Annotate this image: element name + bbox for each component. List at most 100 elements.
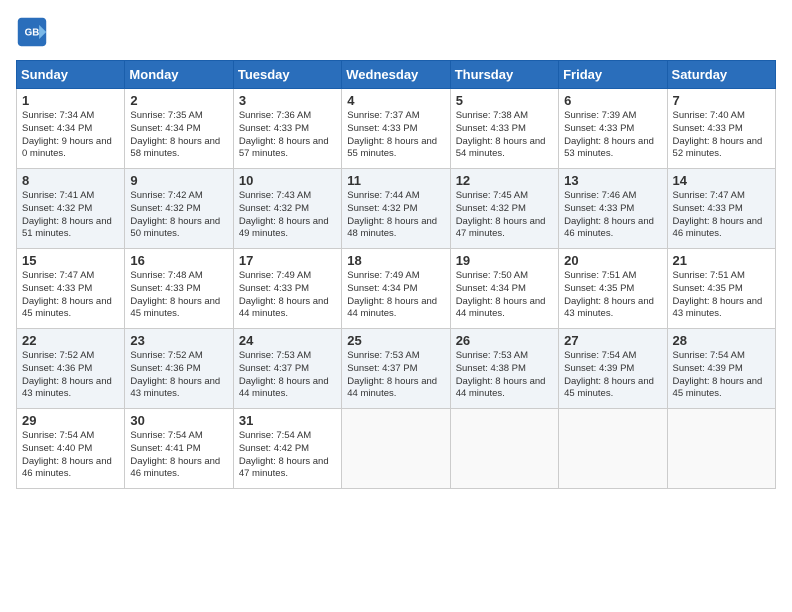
- calendar-cell: 24 Sunrise: 7:53 AM Sunset: 4:37 PM Dayli…: [233, 329, 341, 409]
- day-number: 11: [347, 173, 444, 188]
- day-number: 12: [456, 173, 553, 188]
- logo-icon: GB: [16, 16, 48, 48]
- cell-sun-info: Sunrise: 7:47 AM Sunset: 4:33 PM Dayligh…: [22, 270, 119, 321]
- day-number: 26: [456, 333, 553, 348]
- calendar-cell: 23 Sunrise: 7:52 AM Sunset: 4:36 PM Dayli…: [125, 329, 233, 409]
- cell-sun-info: Sunrise: 7:53 AM Sunset: 4:37 PM Dayligh…: [347, 350, 444, 401]
- day-number: 5: [456, 93, 553, 108]
- day-number: 15: [22, 253, 119, 268]
- cell-sun-info: Sunrise: 7:46 AM Sunset: 4:33 PM Dayligh…: [564, 190, 661, 241]
- calendar-cell: [342, 409, 450, 489]
- calendar-cell: 15 Sunrise: 7:47 AM Sunset: 4:33 PM Dayli…: [17, 249, 125, 329]
- weekday-header-cell: Saturday: [667, 61, 775, 89]
- calendar-cell: 18 Sunrise: 7:49 AM Sunset: 4:34 PM Dayli…: [342, 249, 450, 329]
- cell-sun-info: Sunrise: 7:48 AM Sunset: 4:33 PM Dayligh…: [130, 270, 227, 321]
- calendar-body: 1Sunrise: 7:34 AM Sunset: 4:34 PM Daylig…: [17, 89, 776, 489]
- day-number: 10: [239, 173, 336, 188]
- cell-sun-info: Sunrise: 7:38 AM Sunset: 4:33 PM Dayligh…: [456, 110, 553, 161]
- cell-sun-info: Sunrise: 7:51 AM Sunset: 4:35 PM Dayligh…: [564, 270, 661, 321]
- calendar-cell: 3Sunrise: 7:36 AM Sunset: 4:33 PM Daylig…: [233, 89, 341, 169]
- cell-sun-info: Sunrise: 7:35 AM Sunset: 4:34 PM Dayligh…: [130, 110, 227, 161]
- cell-sun-info: Sunrise: 7:53 AM Sunset: 4:37 PM Dayligh…: [239, 350, 336, 401]
- day-number: 19: [456, 253, 553, 268]
- calendar-cell: 22 Sunrise: 7:52 AM Sunset: 4:36 PM Dayli…: [17, 329, 125, 409]
- day-number: 20: [564, 253, 661, 268]
- calendar-cell: 6 Sunrise: 7:39 AM Sunset: 4:33 PM Daylig…: [559, 89, 667, 169]
- day-number: 13: [564, 173, 661, 188]
- cell-sun-info: Sunrise: 7:39 AM Sunset: 4:33 PM Dayligh…: [564, 110, 661, 161]
- day-number: 29: [22, 413, 119, 428]
- calendar-cell: 1Sunrise: 7:34 AM Sunset: 4:34 PM Daylig…: [17, 89, 125, 169]
- calendar-cell: 9 Sunrise: 7:42 AM Sunset: 4:32 PM Daylig…: [125, 169, 233, 249]
- cell-sun-info: Sunrise: 7:52 AM Sunset: 4:36 PM Dayligh…: [22, 350, 119, 401]
- calendar-cell: [667, 409, 775, 489]
- day-number: 1: [22, 93, 119, 108]
- calendar-cell: [450, 409, 558, 489]
- day-number: 3: [239, 93, 336, 108]
- weekday-header-cell: Sunday: [17, 61, 125, 89]
- calendar-week-row: 8 Sunrise: 7:41 AM Sunset: 4:32 PM Daylig…: [17, 169, 776, 249]
- cell-sun-info: Sunrise: 7:52 AM Sunset: 4:36 PM Dayligh…: [130, 350, 227, 401]
- day-number: 27: [564, 333, 661, 348]
- cell-sun-info: Sunrise: 7:44 AM Sunset: 4:32 PM Dayligh…: [347, 190, 444, 241]
- calendar-cell: 7 Sunrise: 7:40 AM Sunset: 4:33 PM Daylig…: [667, 89, 775, 169]
- calendar-cell: 14 Sunrise: 7:47 AM Sunset: 4:33 PM Dayli…: [667, 169, 775, 249]
- calendar-cell: 5 Sunrise: 7:38 AM Sunset: 4:33 PM Daylig…: [450, 89, 558, 169]
- cell-sun-info: Sunrise: 7:51 AM Sunset: 4:35 PM Dayligh…: [673, 270, 770, 321]
- weekday-header-cell: Thursday: [450, 61, 558, 89]
- svg-text:GB: GB: [25, 28, 40, 39]
- day-number: 7: [673, 93, 770, 108]
- day-number: 17: [239, 253, 336, 268]
- day-number: 14: [673, 173, 770, 188]
- calendar-table: SundayMondayTuesdayWednesdayThursdayFrid…: [16, 60, 776, 489]
- cell-sun-info: Sunrise: 7:54 AM Sunset: 4:39 PM Dayligh…: [673, 350, 770, 401]
- day-number: 30: [130, 413, 227, 428]
- weekday-header-cell: Monday: [125, 61, 233, 89]
- cell-sun-info: Sunrise: 7:40 AM Sunset: 4:33 PM Dayligh…: [673, 110, 770, 161]
- calendar-cell: 8 Sunrise: 7:41 AM Sunset: 4:32 PM Daylig…: [17, 169, 125, 249]
- day-number: 31: [239, 413, 336, 428]
- calendar-cell: 21 Sunrise: 7:51 AM Sunset: 4:35 PM Dayli…: [667, 249, 775, 329]
- weekday-header-cell: Friday: [559, 61, 667, 89]
- day-number: 8: [22, 173, 119, 188]
- calendar-cell: 26 Sunrise: 7:53 AM Sunset: 4:38 PM Dayli…: [450, 329, 558, 409]
- cell-sun-info: Sunrise: 7:50 AM Sunset: 4:34 PM Dayligh…: [456, 270, 553, 321]
- calendar-cell: [559, 409, 667, 489]
- day-number: 28: [673, 333, 770, 348]
- weekday-header-cell: Wednesday: [342, 61, 450, 89]
- day-number: 16: [130, 253, 227, 268]
- cell-sun-info: Sunrise: 7:43 AM Sunset: 4:32 PM Dayligh…: [239, 190, 336, 241]
- calendar-cell: 16 Sunrise: 7:48 AM Sunset: 4:33 PM Dayli…: [125, 249, 233, 329]
- day-number: 22: [22, 333, 119, 348]
- calendar-week-row: 29 Sunrise: 7:54 AM Sunset: 4:40 PM Dayli…: [17, 409, 776, 489]
- day-number: 18: [347, 253, 444, 268]
- day-number: 4: [347, 93, 444, 108]
- calendar-cell: 10 Sunrise: 7:43 AM Sunset: 4:32 PM Dayli…: [233, 169, 341, 249]
- logo: GB: [16, 16, 52, 48]
- calendar-cell: 28 Sunrise: 7:54 AM Sunset: 4:39 PM Dayli…: [667, 329, 775, 409]
- day-number: 2: [130, 93, 227, 108]
- cell-sun-info: Sunrise: 7:53 AM Sunset: 4:38 PM Dayligh…: [456, 350, 553, 401]
- cell-sun-info: Sunrise: 7:49 AM Sunset: 4:34 PM Dayligh…: [347, 270, 444, 321]
- cell-sun-info: Sunrise: 7:54 AM Sunset: 4:40 PM Dayligh…: [22, 430, 119, 481]
- calendar-cell: 30Sunrise: 7:54 AM Sunset: 4:41 PM Dayli…: [125, 409, 233, 489]
- calendar-week-row: 22 Sunrise: 7:52 AM Sunset: 4:36 PM Dayli…: [17, 329, 776, 409]
- day-number: 25: [347, 333, 444, 348]
- calendar-cell: 17 Sunrise: 7:49 AM Sunset: 4:33 PM Dayli…: [233, 249, 341, 329]
- cell-sun-info: Sunrise: 7:42 AM Sunset: 4:32 PM Dayligh…: [130, 190, 227, 241]
- cell-sun-info: Sunrise: 7:49 AM Sunset: 4:33 PM Dayligh…: [239, 270, 336, 321]
- day-number: 9: [130, 173, 227, 188]
- page-header: GB: [16, 16, 776, 48]
- day-number: 21: [673, 253, 770, 268]
- day-number: 24: [239, 333, 336, 348]
- calendar-cell: 13 Sunrise: 7:46 AM Sunset: 4:33 PM Dayli…: [559, 169, 667, 249]
- day-number: 6: [564, 93, 661, 108]
- cell-sun-info: Sunrise: 7:41 AM Sunset: 4:32 PM Dayligh…: [22, 190, 119, 241]
- weekday-header-cell: Tuesday: [233, 61, 341, 89]
- day-number: 23: [130, 333, 227, 348]
- calendar-cell: 4Sunrise: 7:37 AM Sunset: 4:33 PM Daylig…: [342, 89, 450, 169]
- weekday-header-row: SundayMondayTuesdayWednesdayThursdayFrid…: [17, 61, 776, 89]
- calendar-cell: 29 Sunrise: 7:54 AM Sunset: 4:40 PM Dayli…: [17, 409, 125, 489]
- cell-sun-info: Sunrise: 7:54 AM Sunset: 4:42 PM Dayligh…: [239, 430, 336, 481]
- cell-sun-info: Sunrise: 7:47 AM Sunset: 4:33 PM Dayligh…: [673, 190, 770, 241]
